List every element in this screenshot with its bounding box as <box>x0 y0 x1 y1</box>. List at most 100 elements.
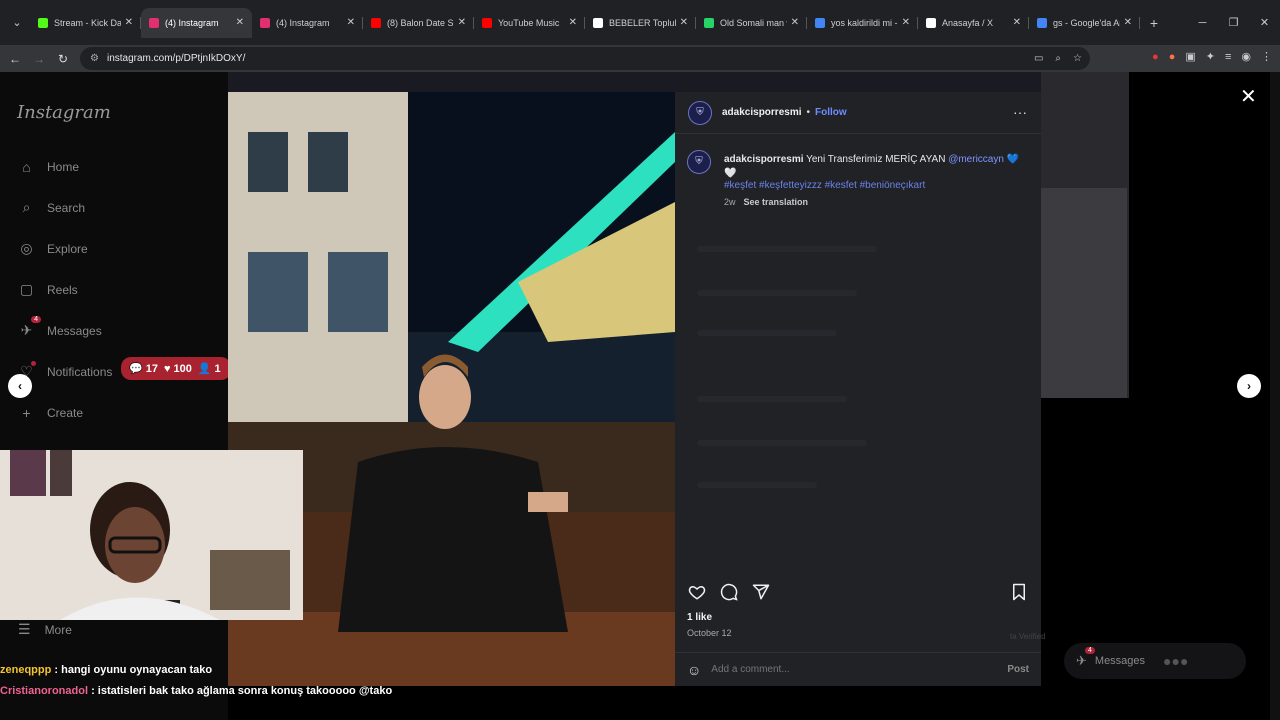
post-username[interactable]: adakcisporresmi <box>722 107 802 118</box>
tab-title: (4) Instagram <box>165 17 219 28</box>
background-grid-image-2 <box>1041 188 1127 398</box>
comments-loading-placeholder <box>697 242 1027 336</box>
instagram-logo[interactable]: Instagram <box>17 102 111 123</box>
tab-close-icon[interactable]: ✕ <box>902 17 910 28</box>
tab-favicon-icon <box>260 17 270 28</box>
caption-avatar[interactable]: ⛨ <box>687 150 711 174</box>
browser-tab[interactable]: Old Somali man w ✕ <box>696 8 807 38</box>
sidebar-item-explore[interactable]: ◎ Explore <box>18 240 87 257</box>
emoji-icon[interactable]: ☺ <box>687 662 701 678</box>
caption-username[interactable]: adakcisporresmi <box>724 154 804 165</box>
person-icon: 👤 <box>197 363 212 375</box>
sidebar-item-home[interactable]: ⌂ Home <box>18 158 79 175</box>
streamer-webcam-overlay <box>0 450 303 620</box>
next-post-icon[interactable]: › <box>1237 374 1261 398</box>
follow-button[interactable]: Follow <box>815 107 847 118</box>
notification-summary-pill[interactable]: 💬 17 ♥ 100 👤 1 <box>121 357 231 380</box>
bookmark-star-icon[interactable]: ☆ <box>1073 53 1082 64</box>
messages-floating-button[interactable]: ✈ 4 Messages ●●● <box>1064 643 1246 679</box>
like-heart-icon[interactable] <box>687 582 707 602</box>
chat-message: : hangi oyunu oynayacan tako <box>54 664 213 676</box>
browser-tab[interactable]: (8) Balon Date Sh ✕ <box>363 8 474 38</box>
extension-box-icon[interactable]: ▣ <box>1185 50 1195 63</box>
tab-title: BEBELER Topluluk <box>609 17 676 28</box>
previous-post-icon[interactable]: ‹ <box>8 374 32 398</box>
time-ago: 2w <box>724 197 736 207</box>
stream-chat-overlay: zeneqppp : hangi oyunu oynayacan tako Cr… <box>0 660 660 702</box>
address-bar[interactable]: ⚙ instagram.com/p/DPtjnIkDOxY/ ▭ ⌕ ☆ <box>80 47 1090 70</box>
extension-orange-icon[interactable]: ● <box>1169 51 1176 63</box>
post-comment-button[interactable]: Post <box>1007 664 1029 675</box>
extensions-puzzle-icon[interactable]: ✦ <box>1206 50 1215 63</box>
tab-close-icon[interactable]: ✕ <box>680 17 688 28</box>
sidebar-item-search[interactable]: ⌕ Search <box>18 199 85 216</box>
hashtags[interactable]: #keşfet #keşfetteyizzz #kesfet #beniöneç… <box>724 180 925 191</box>
maximize-icon[interactable]: ❐ <box>1218 16 1249 29</box>
tab-close-icon[interactable]: ✕ <box>1124 17 1132 28</box>
tab-search-menu-button[interactable]: ⌄ <box>4 10 30 36</box>
post-actions <box>687 582 1029 602</box>
reload-icon[interactable]: ↻ <box>51 52 75 66</box>
comment-input[interactable] <box>711 664 1008 675</box>
sidebar-item-more[interactable]: ☰ More <box>18 621 72 638</box>
tab-favicon-icon <box>704 17 714 28</box>
media-control-icon[interactable]: ≡ <box>1225 51 1231 63</box>
share-icon[interactable] <box>751 582 771 602</box>
chat-line: zeneqppp : hangi oyunu oynayacan tako <box>0 660 660 681</box>
sidebar-item-label: Notifications <box>47 364 113 379</box>
tab-close-icon[interactable]: ✕ <box>1013 17 1021 28</box>
tab-close-icon[interactable]: ✕ <box>569 17 577 28</box>
caption-mention[interactable]: @mericcayn <box>948 154 1004 165</box>
tab-title: Anasayfa / X <box>942 17 994 28</box>
minimize-icon[interactable]: ─ <box>1187 17 1218 29</box>
tab-favicon-icon <box>371 17 381 28</box>
extensions-area: ● ● ▣ ✦ ≡ ◉ ⋮ <box>1152 50 1272 64</box>
sidebar-item-notifications[interactable]: ♡ Notifications <box>18 361 113 380</box>
close-modal-icon[interactable]: ✕ <box>1240 84 1257 109</box>
site-info-icon[interactable]: ⚙ <box>90 53 99 64</box>
tab-close-icon[interactable]: ✕ <box>347 17 355 28</box>
new-tab-button[interactable]: + <box>1140 15 1168 31</box>
like-count-value: 100 <box>173 362 192 375</box>
page-scrollbar[interactable] <box>1270 72 1280 720</box>
tab-close-icon[interactable]: ✕ <box>791 17 799 28</box>
tab-close-icon[interactable]: ✕ <box>125 17 133 28</box>
browser-tab[interactable]: (4) Instagram ✕ <box>252 8 363 38</box>
messages-badge: 4 <box>1085 647 1095 654</box>
menu-kebab-icon[interactable]: ⋮ <box>1261 50 1272 63</box>
browser-tab[interactable]: BEBELER Topluluk ✕ <box>585 8 696 38</box>
like-count: ♥ 100 <box>164 363 192 375</box>
close-window-icon[interactable]: ✕ <box>1249 16 1280 29</box>
profile-icon[interactable]: ◉ <box>1241 50 1251 63</box>
tab-title: (4) Instagram <box>276 17 330 28</box>
like-count-text[interactable]: 1 like <box>687 612 712 623</box>
tab-close-icon[interactable]: ✕ <box>236 17 244 28</box>
sidebar-item-reels[interactable]: ▢ Reels <box>18 281 78 298</box>
browser-tab[interactable]: Anasayfa / X ✕ <box>918 8 1029 38</box>
see-translation-link[interactable]: See translation <box>744 197 809 207</box>
more-options-icon[interactable]: ··· <box>1013 104 1027 120</box>
forward-icon[interactable]: → <box>27 52 51 66</box>
back-icon[interactable]: ← <box>3 52 27 66</box>
sidebar-item-label: Messages <box>47 323 102 338</box>
chat-username: Cristianoronadol <box>0 685 89 697</box>
install-icon[interactable]: ▭ <box>1034 53 1043 64</box>
sidebar-item-label: Home <box>47 159 80 174</box>
sidebar-item-messages[interactable]: ✈ 4 Messages <box>18 316 102 339</box>
home-icon: ⌂ <box>22 158 31 175</box>
browser-tab[interactable]: (4) Instagram ✕ <box>141 7 252 38</box>
tab-title: gs - Google'da Ar <box>1053 17 1120 28</box>
browser-tab[interactable]: gs - Google'da Ar ✕ <box>1029 8 1140 38</box>
browser-tab[interactable]: Stream - Kick Das ✕ <box>30 8 141 38</box>
avatar[interactable]: ⛨ <box>688 100 712 125</box>
tab-favicon-icon <box>482 17 492 28</box>
comment-icon[interactable] <box>719 582 739 602</box>
zoom-icon[interactable]: ⌕ <box>1055 53 1061 64</box>
sidebar-item-create[interactable]: + Create <box>18 404 83 421</box>
extension-red-icon[interactable]: ● <box>1152 51 1159 63</box>
bookmark-icon[interactable] <box>1009 582 1029 602</box>
background-feed-strip <box>228 72 1128 92</box>
tab-close-icon[interactable]: ✕ <box>458 17 466 28</box>
browser-tab[interactable]: YouTube Music ✕ <box>474 8 585 38</box>
browser-tab[interactable]: yos kaldirildi mi - ✕ <box>807 8 918 38</box>
